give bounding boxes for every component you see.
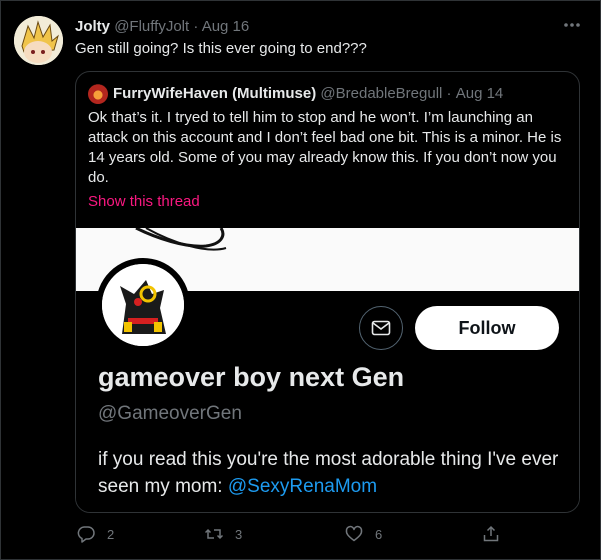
profile-bio-mention[interactable]: @SexyRenaMom [228, 476, 377, 497]
like-count: 6 [375, 526, 383, 542]
author-avatar[interactable] [14, 16, 63, 65]
reply-count: 2 [107, 526, 115, 542]
profile-avatar-image [102, 264, 184, 346]
more-options-icon[interactable] [560, 15, 584, 35]
show-thread-link[interactable]: Show this thread [88, 192, 200, 212]
tweet-date[interactable]: Aug 16 [202, 18, 250, 35]
separator-dot: · [446, 85, 452, 102]
follow-button[interactable]: Follow [415, 306, 559, 350]
quoted-media-screenshot[interactable]: Follow gameover boy next Gen @GameoverGe… [76, 228, 579, 512]
retweet-count: 3 [235, 526, 243, 542]
profile-handle: @GameoverGen [98, 403, 242, 424]
tweet-text: Gen still going? Is this ever going to e… [75, 40, 367, 57]
profile-name: gameover boy next Gen [98, 362, 405, 392]
reply-icon [77, 526, 95, 543]
tweet-actions: 2 3 6 [75, 522, 575, 546]
profile-bio: if you read this you're the most adorabl… [98, 446, 563, 500]
quoted-tweet-header: FurryWifeHaven (Multimuse) @BredableBreg… [88, 84, 503, 104]
avatar-image [14, 16, 63, 65]
separator-dot: · [193, 18, 199, 35]
quoted-author-avatar[interactable] [88, 84, 108, 104]
author-handle[interactable]: @FluffyJolt [114, 18, 189, 35]
like-button[interactable]: 6 [345, 522, 382, 546]
quoted-tweet-text: Ok that’s it. I tryed to tell him to sto… [88, 109, 562, 186]
quoted-author-name[interactable]: FurryWifeHaven (Multimuse) [113, 84, 316, 104]
author-name[interactable]: Jolty [75, 18, 110, 35]
share-button[interactable] [482, 522, 500, 546]
tweet-header: Jolty @FluffyJolt · Aug 16 [75, 17, 249, 37]
heart-icon [345, 525, 363, 542]
reply-button[interactable]: 2 [77, 522, 114, 546]
mail-icon [371, 320, 391, 336]
quoted-author-handle[interactable]: @BredableBregull [320, 84, 442, 104]
share-icon [483, 525, 499, 542]
quoted-tweet[interactable]: FurryWifeHaven (Multimuse) @BredableBreg… [75, 71, 580, 513]
tweet-card[interactable]: Jolty @FluffyJolt · Aug 16 Gen still goi… [0, 0, 601, 560]
retweet-icon [205, 528, 223, 540]
profile-avatar [96, 258, 190, 352]
message-button[interactable] [359, 306, 403, 350]
retweet-button[interactable]: 3 [205, 522, 242, 546]
quoted-tweet-date[interactable]: Aug 14 [456, 84, 504, 104]
